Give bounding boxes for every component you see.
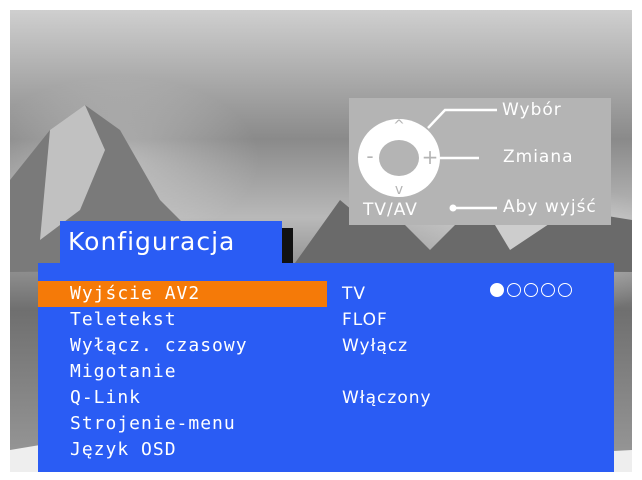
value-av2-output: TV: [342, 284, 367, 304]
exit-label: Aby wyjść: [503, 197, 597, 217]
select-pointer-line: [427, 108, 497, 129]
settings-menu: Wyjście AV2 Teletekst Wyłącz. czasowy Mi…: [38, 263, 614, 472]
menu-item-tuning-menu[interactable]: Strojenie-menu: [38, 411, 327, 437]
value-teletext: FLOF: [342, 310, 388, 330]
select-label: Wybór: [502, 100, 562, 120]
page-dot-icon: [490, 283, 504, 297]
value-sleep-timer: Wyłącz: [342, 336, 409, 356]
page-dot-icon: [507, 283, 521, 297]
minus-icon: -: [366, 144, 373, 168]
page-dot-icon: [558, 283, 572, 297]
value-q-link: Włączony: [342, 388, 432, 408]
menu-item-flicker[interactable]: Migotanie: [38, 359, 327, 385]
page-dot-icon: [541, 283, 555, 297]
page-dot-icon: [524, 283, 538, 297]
menu-item-av2-output[interactable]: Wyjście AV2: [38, 281, 327, 307]
page-indicator: [490, 283, 572, 297]
menu-item-sleep-timer[interactable]: Wyłącz. czasowy: [38, 333, 327, 359]
down-arrow-icon: v: [395, 182, 403, 198]
menu-title: Konfiguracja: [60, 221, 282, 263]
menu-item-q-link[interactable]: Q-Link: [38, 385, 327, 411]
remote-legend-panel: ^ v - + Wybór Zmiana Aby wyjść TV/AV: [349, 98, 611, 225]
tv-av-label: TV/AV: [363, 200, 418, 220]
plus-icon: +: [422, 145, 439, 169]
up-arrow-icon: ^: [393, 118, 405, 134]
menu-item-osd-language[interactable]: Język OSD: [38, 437, 327, 463]
change-label: Zmiana: [503, 147, 574, 167]
menu-item-teletext[interactable]: Teletekst: [38, 307, 327, 333]
